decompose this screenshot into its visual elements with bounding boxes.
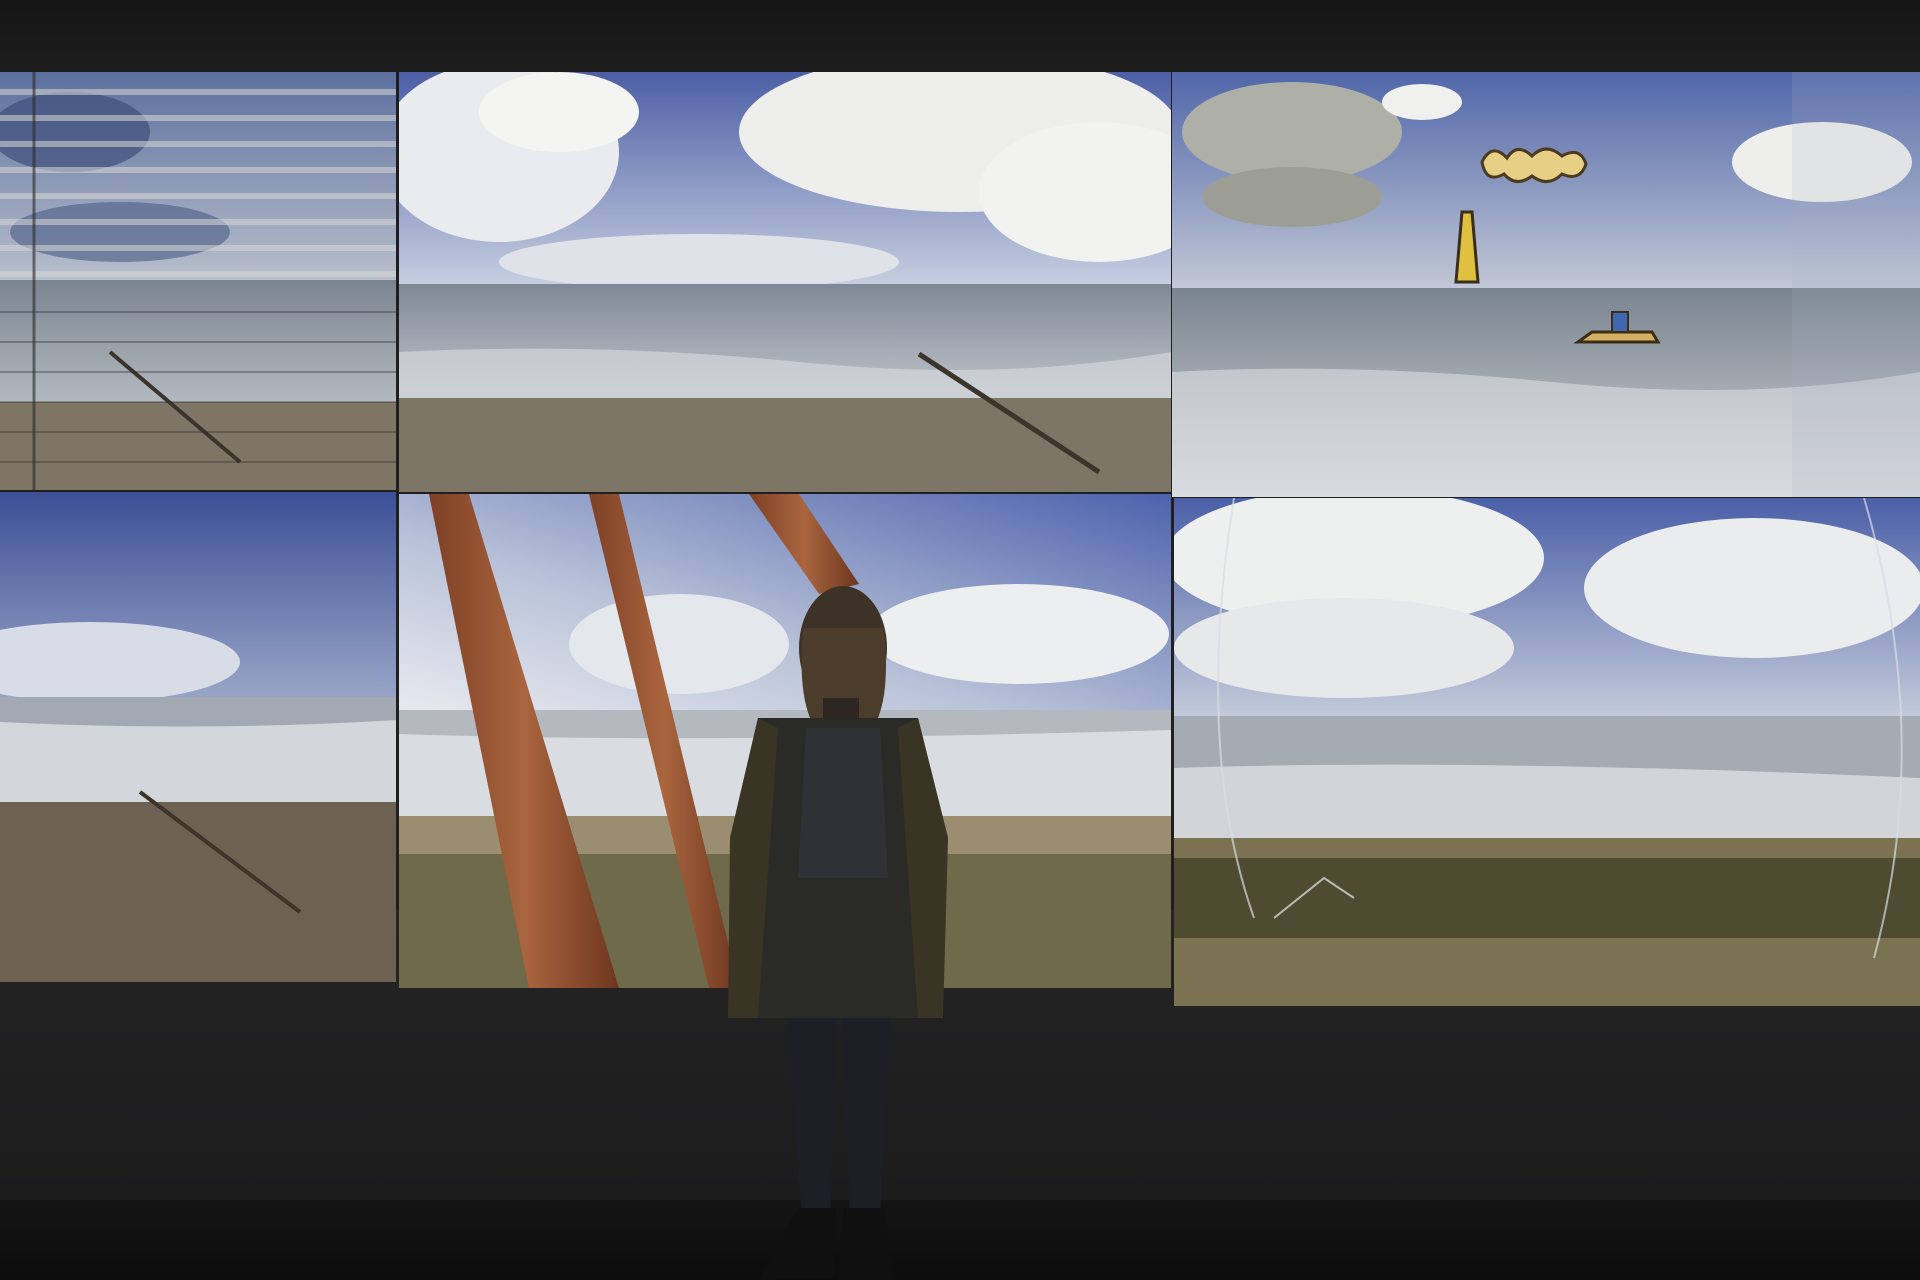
projection-wall [0, 72, 1920, 1006]
gallery-floor [0, 1200, 1920, 1280]
panel-bottom-right-glass [1174, 498, 1920, 1006]
panel-top-left-blinds [0, 72, 396, 490]
panel-bottom-left-sea [0, 492, 396, 982]
gallery-room [0, 0, 1920, 1280]
panel-top-center-sea [399, 72, 1171, 492]
panel-top-right-drawings [1172, 72, 1920, 497]
person-silhouette [718, 578, 958, 1280]
